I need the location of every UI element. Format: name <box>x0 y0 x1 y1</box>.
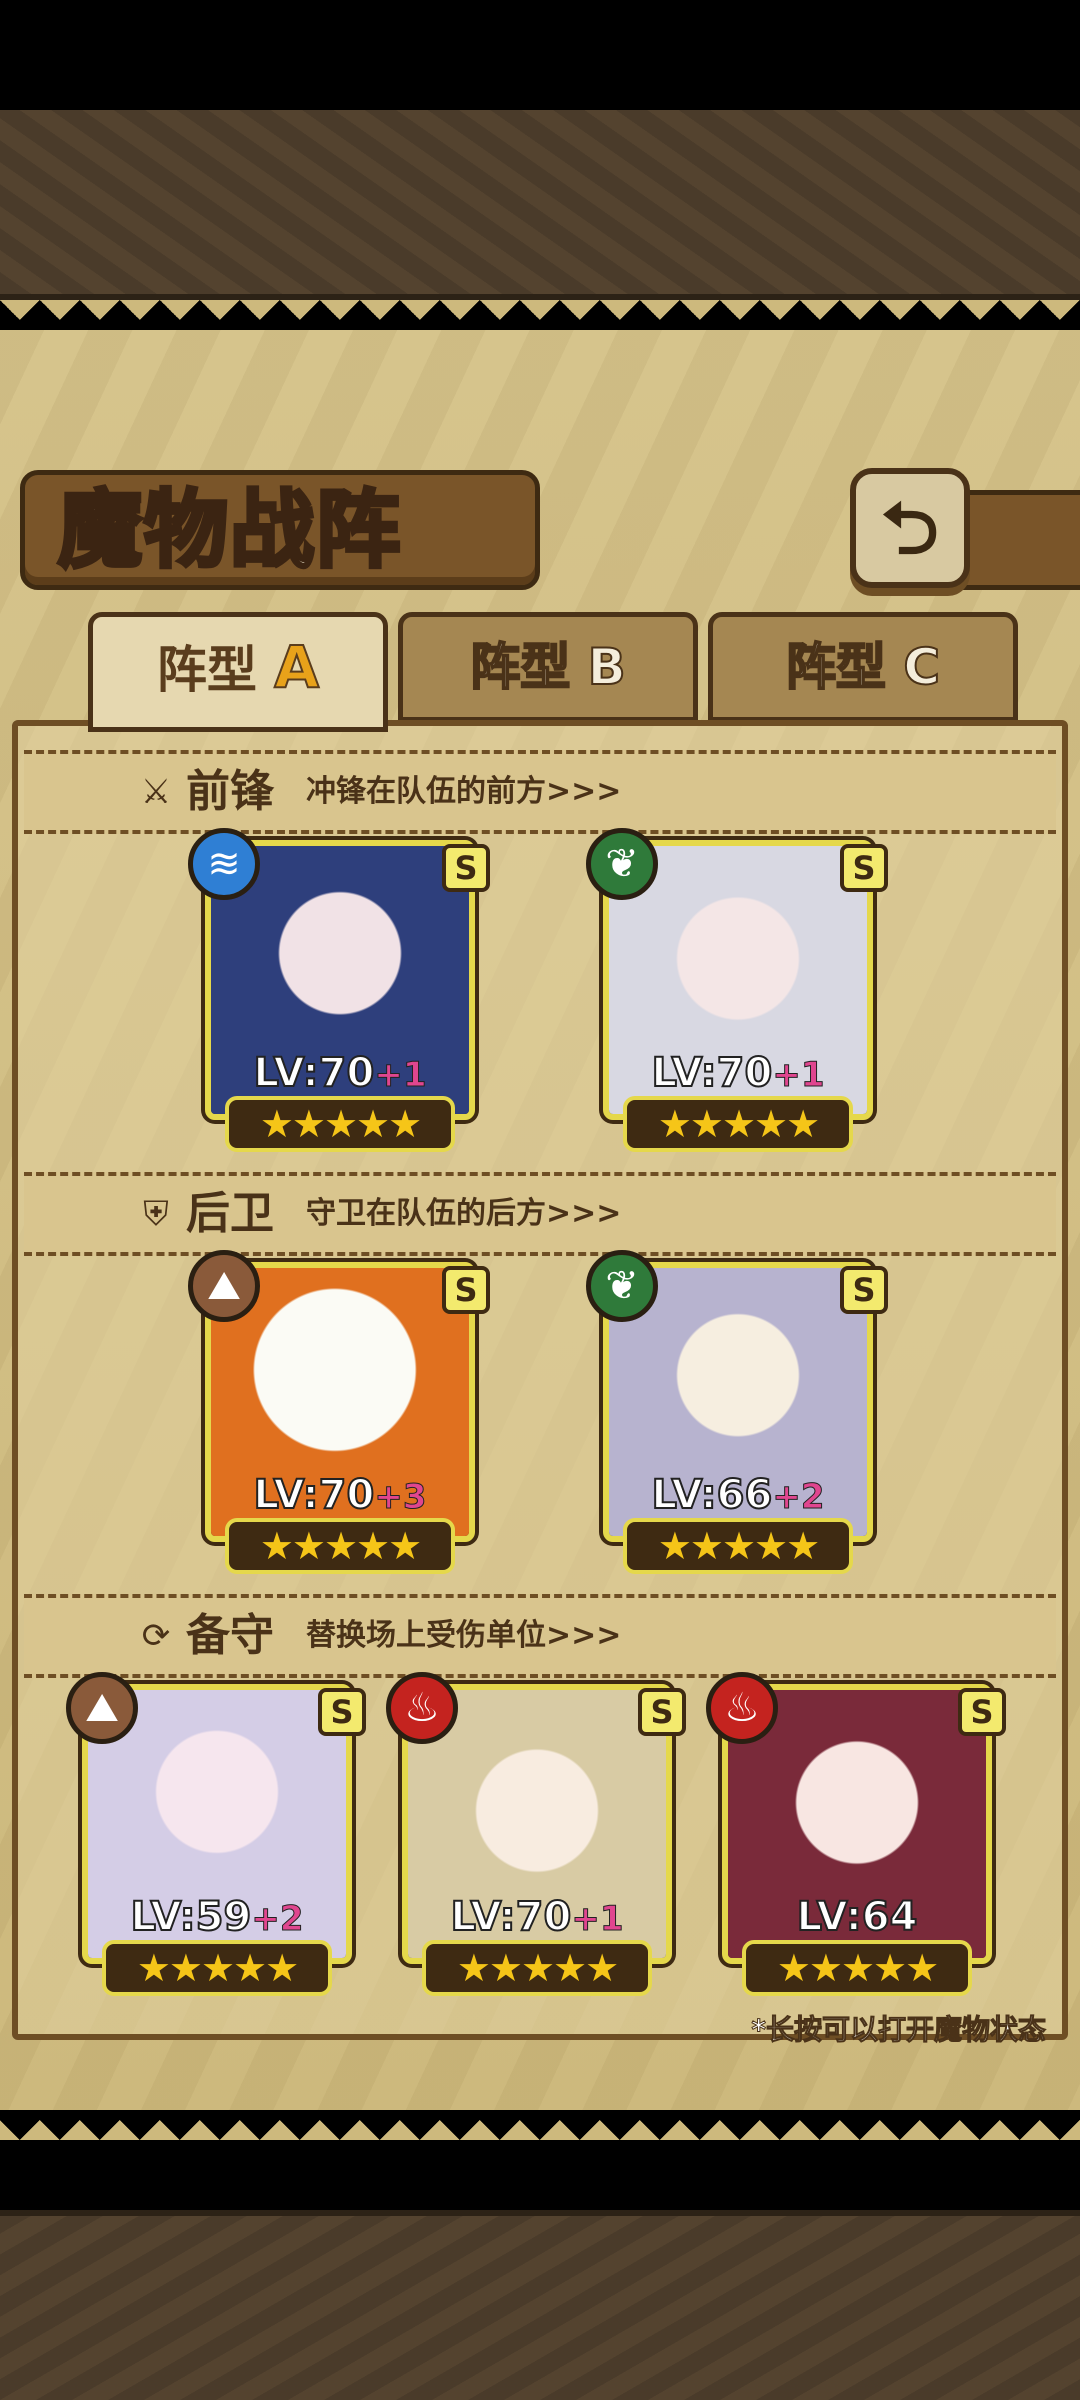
formation-tabs: 阵型 A 阵型 B 阵型 C <box>18 612 1062 732</box>
unit-level: LV:59 <box>130 1893 253 1941</box>
rank-badge: S <box>840 844 888 892</box>
unit-level: LV:70 <box>651 1049 774 1097</box>
rank-badge: S <box>840 1266 888 1314</box>
unit-plus: +2 <box>251 1899 304 1940</box>
fire-element-icon: ♨ <box>706 1672 778 1744</box>
tab-formation-b[interactable]: 阵型 B <box>398 612 698 722</box>
section-reserve-title: 备守 <box>186 1610 274 1661</box>
tab-letter: B <box>587 637 627 697</box>
rank-badge: S <box>638 1688 686 1736</box>
long-press-hint: *长按可以打开魔物状态 <box>751 2013 1047 2047</box>
tab-letter: C <box>902 637 941 697</box>
return-arrow-icon: ⮌ <box>881 486 939 570</box>
leaf-element-icon: ❦ <box>586 828 658 900</box>
section-front-title: 前锋 <box>186 766 274 817</box>
unit-plus: +1 <box>772 1055 825 1096</box>
unit-plus: +1 <box>374 1055 427 1096</box>
unit-plus: +3 <box>374 1477 427 1518</box>
rank-badge: S <box>318 1688 366 1736</box>
tab-label: 阵型 <box>469 637 571 697</box>
star-rating: ★★★★★ <box>102 1940 332 1996</box>
section-rear-title: 后卫 <box>186 1188 274 1239</box>
leaf-element-icon: ❦ <box>586 1250 658 1322</box>
star-rating: ★★★★★ <box>742 1940 972 1996</box>
swap-icon: ⟳ <box>141 1616 171 1656</box>
star-rating: ★★★★★ <box>623 1518 853 1574</box>
unit-level: LV:70 <box>450 1893 573 1941</box>
status-bar-area <box>0 0 1080 110</box>
torn-edge-bottom <box>0 2100 1080 2140</box>
unit-level: LV:64 <box>796 1893 919 1941</box>
shield-icon: ⛨ <box>143 1194 169 1234</box>
water-element-icon: ≋ <box>188 828 260 900</box>
star-rating: ★★★★★ <box>225 1096 455 1152</box>
map-background-bottom <box>0 2210 1080 2400</box>
section-reserve-desc: 替换场上受伤单位>>> <box>306 1618 622 1653</box>
tab-label: 阵型 <box>156 641 257 699</box>
star-rating: ★★★★★ <box>623 1096 853 1152</box>
section-front-desc: 冲锋在队伍的前方>>> <box>306 774 622 809</box>
tab-letter: A <box>273 632 320 702</box>
earth-element-icon: ⛰ <box>66 1672 138 1744</box>
tab-formation-c[interactable]: 阵型 C <box>708 612 1018 722</box>
rank-badge: S <box>958 1688 1006 1736</box>
star-rating: ★★★★★ <box>422 1940 652 1996</box>
unit-level: LV:66 <box>651 1471 774 1519</box>
sword-icon: ⚔ <box>140 772 172 812</box>
map-background-top <box>0 110 1080 300</box>
back-button-tail <box>960 490 1080 590</box>
torn-edge-top <box>0 300 1080 340</box>
tab-label: 阵型 <box>785 637 887 697</box>
rank-badge: S <box>442 1266 490 1314</box>
fire-element-icon: ♨ <box>386 1672 458 1744</box>
rank-badge: S <box>442 844 490 892</box>
section-rear-desc: 守卫在队伍的后方>>> <box>306 1196 622 1231</box>
unit-level: LV:70 <box>253 1471 376 1519</box>
unit-level: LV:70 <box>253 1049 376 1097</box>
tab-formation-a[interactable]: 阵型 A <box>88 612 388 732</box>
unit-plus: +1 <box>571 1899 624 1940</box>
back-button[interactable]: ⮌ <box>850 468 970 588</box>
earth-element-icon: ⛰ <box>188 1250 260 1322</box>
unit-plus: +2 <box>772 1477 825 1518</box>
page-title: 魔物战阵 <box>56 478 403 581</box>
star-rating: ★★★★★ <box>225 1518 455 1574</box>
